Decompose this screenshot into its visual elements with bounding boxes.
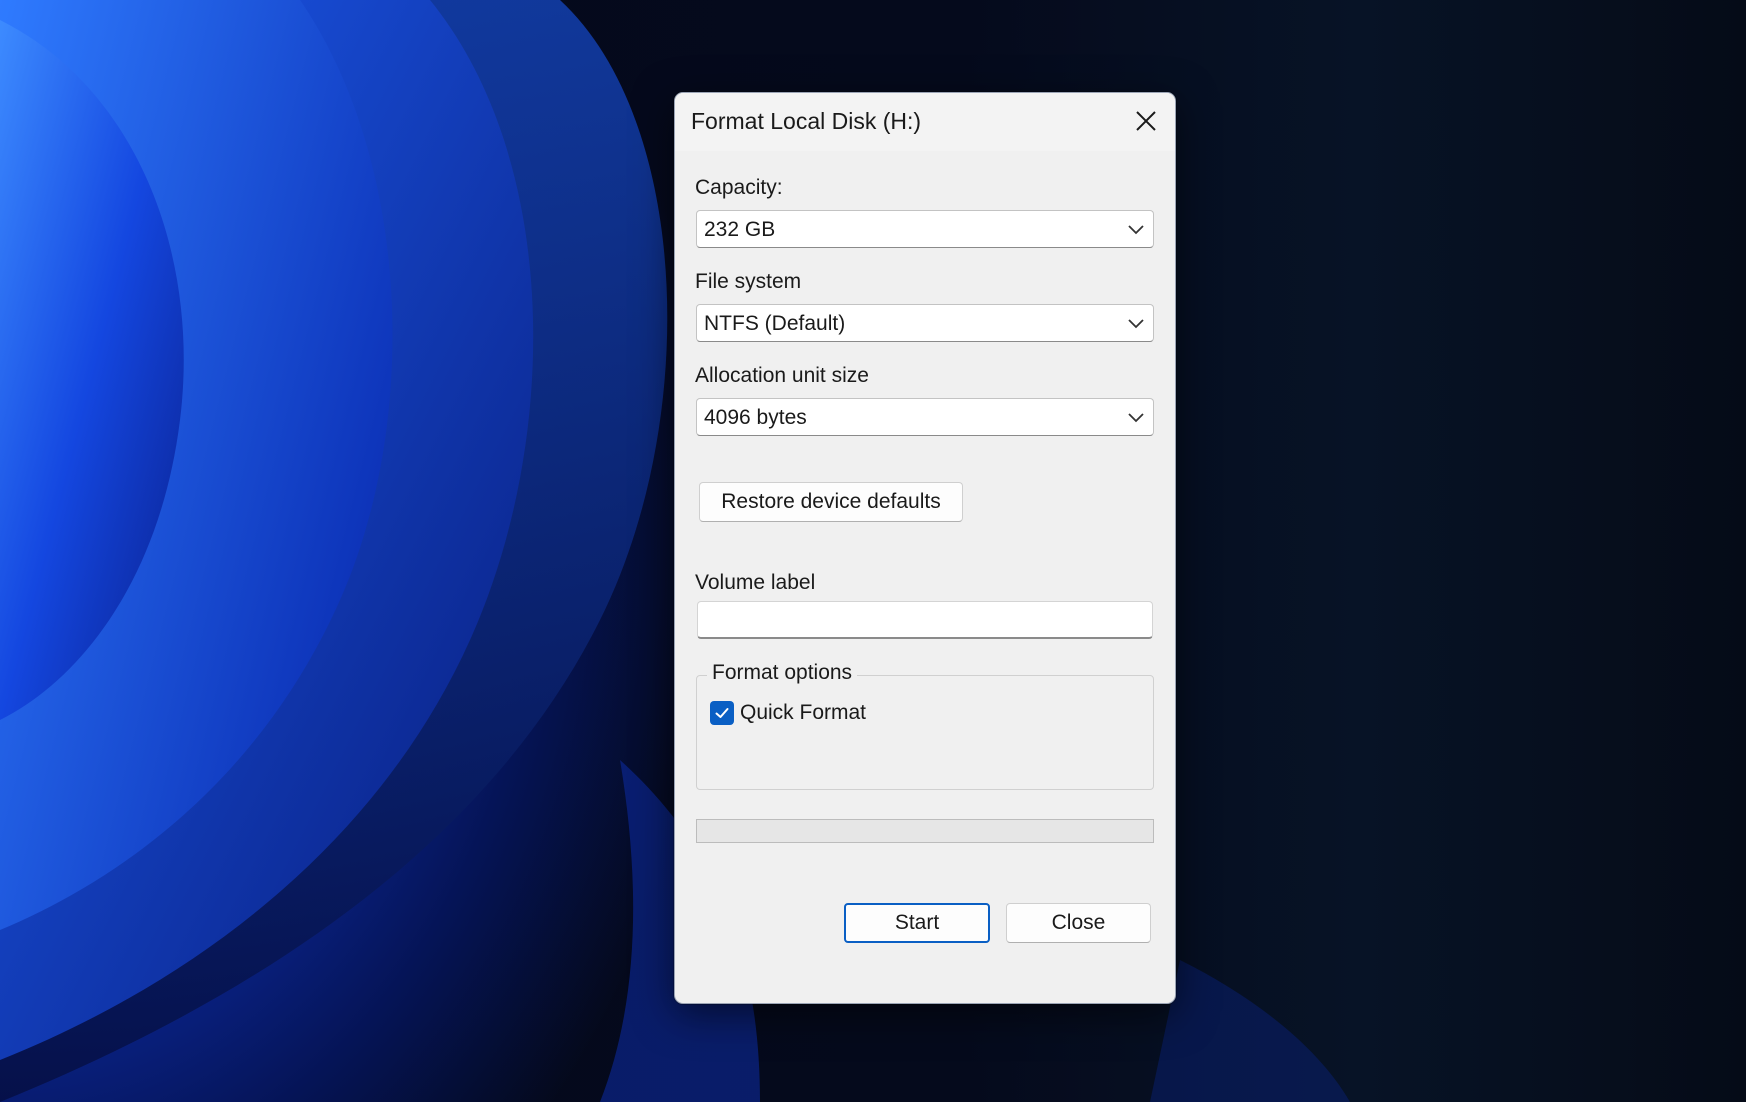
- chevron-down-icon: [1128, 413, 1144, 423]
- file-system-value: NTFS (Default): [704, 312, 846, 335]
- allocation-unit-label: Allocation unit size: [695, 364, 869, 387]
- quick-format-checkbox[interactable]: [710, 701, 734, 725]
- capacity-combobox[interactable]: 232 GB: [696, 210, 1154, 248]
- allocation-unit-value: 4096 bytes: [704, 406, 807, 429]
- capacity-label: Capacity:: [695, 176, 783, 199]
- chevron-down-icon: [1128, 225, 1144, 235]
- allocation-unit-combobox[interactable]: 4096 bytes: [696, 398, 1154, 436]
- volume-label-label: Volume label: [695, 571, 816, 594]
- chevron-down-icon: [1128, 319, 1144, 329]
- restore-device-defaults-button[interactable]: Restore device defaults: [699, 482, 963, 522]
- format-options-legend: Format options: [707, 661, 858, 685]
- quick-format-label: Quick Format: [740, 701, 867, 724]
- file-system-label: File system: [695, 270, 802, 293]
- capacity-value: 232 GB: [704, 218, 776, 241]
- checkmark-icon: [715, 708, 729, 718]
- format-progress-bar: [696, 819, 1154, 843]
- close-button[interactable]: Close: [1006, 903, 1151, 943]
- close-x-glyph: [1136, 111, 1156, 131]
- start-button[interactable]: Start: [844, 903, 990, 943]
- quick-format-option[interactable]: Quick Format: [710, 700, 866, 726]
- volume-label-input[interactable]: [697, 601, 1153, 639]
- title-bar: Format Local Disk (H:): [675, 93, 1175, 151]
- format-dialog: Format Local Disk (H:) Capacity: 232 GB …: [674, 92, 1176, 1004]
- dialog-title: Format Local Disk (H:): [691, 108, 922, 134]
- format-options-group: Format options Quick Format: [696, 661, 1154, 790]
- file-system-combobox[interactable]: NTFS (Default): [696, 304, 1154, 342]
- close-icon[interactable]: [1129, 104, 1163, 138]
